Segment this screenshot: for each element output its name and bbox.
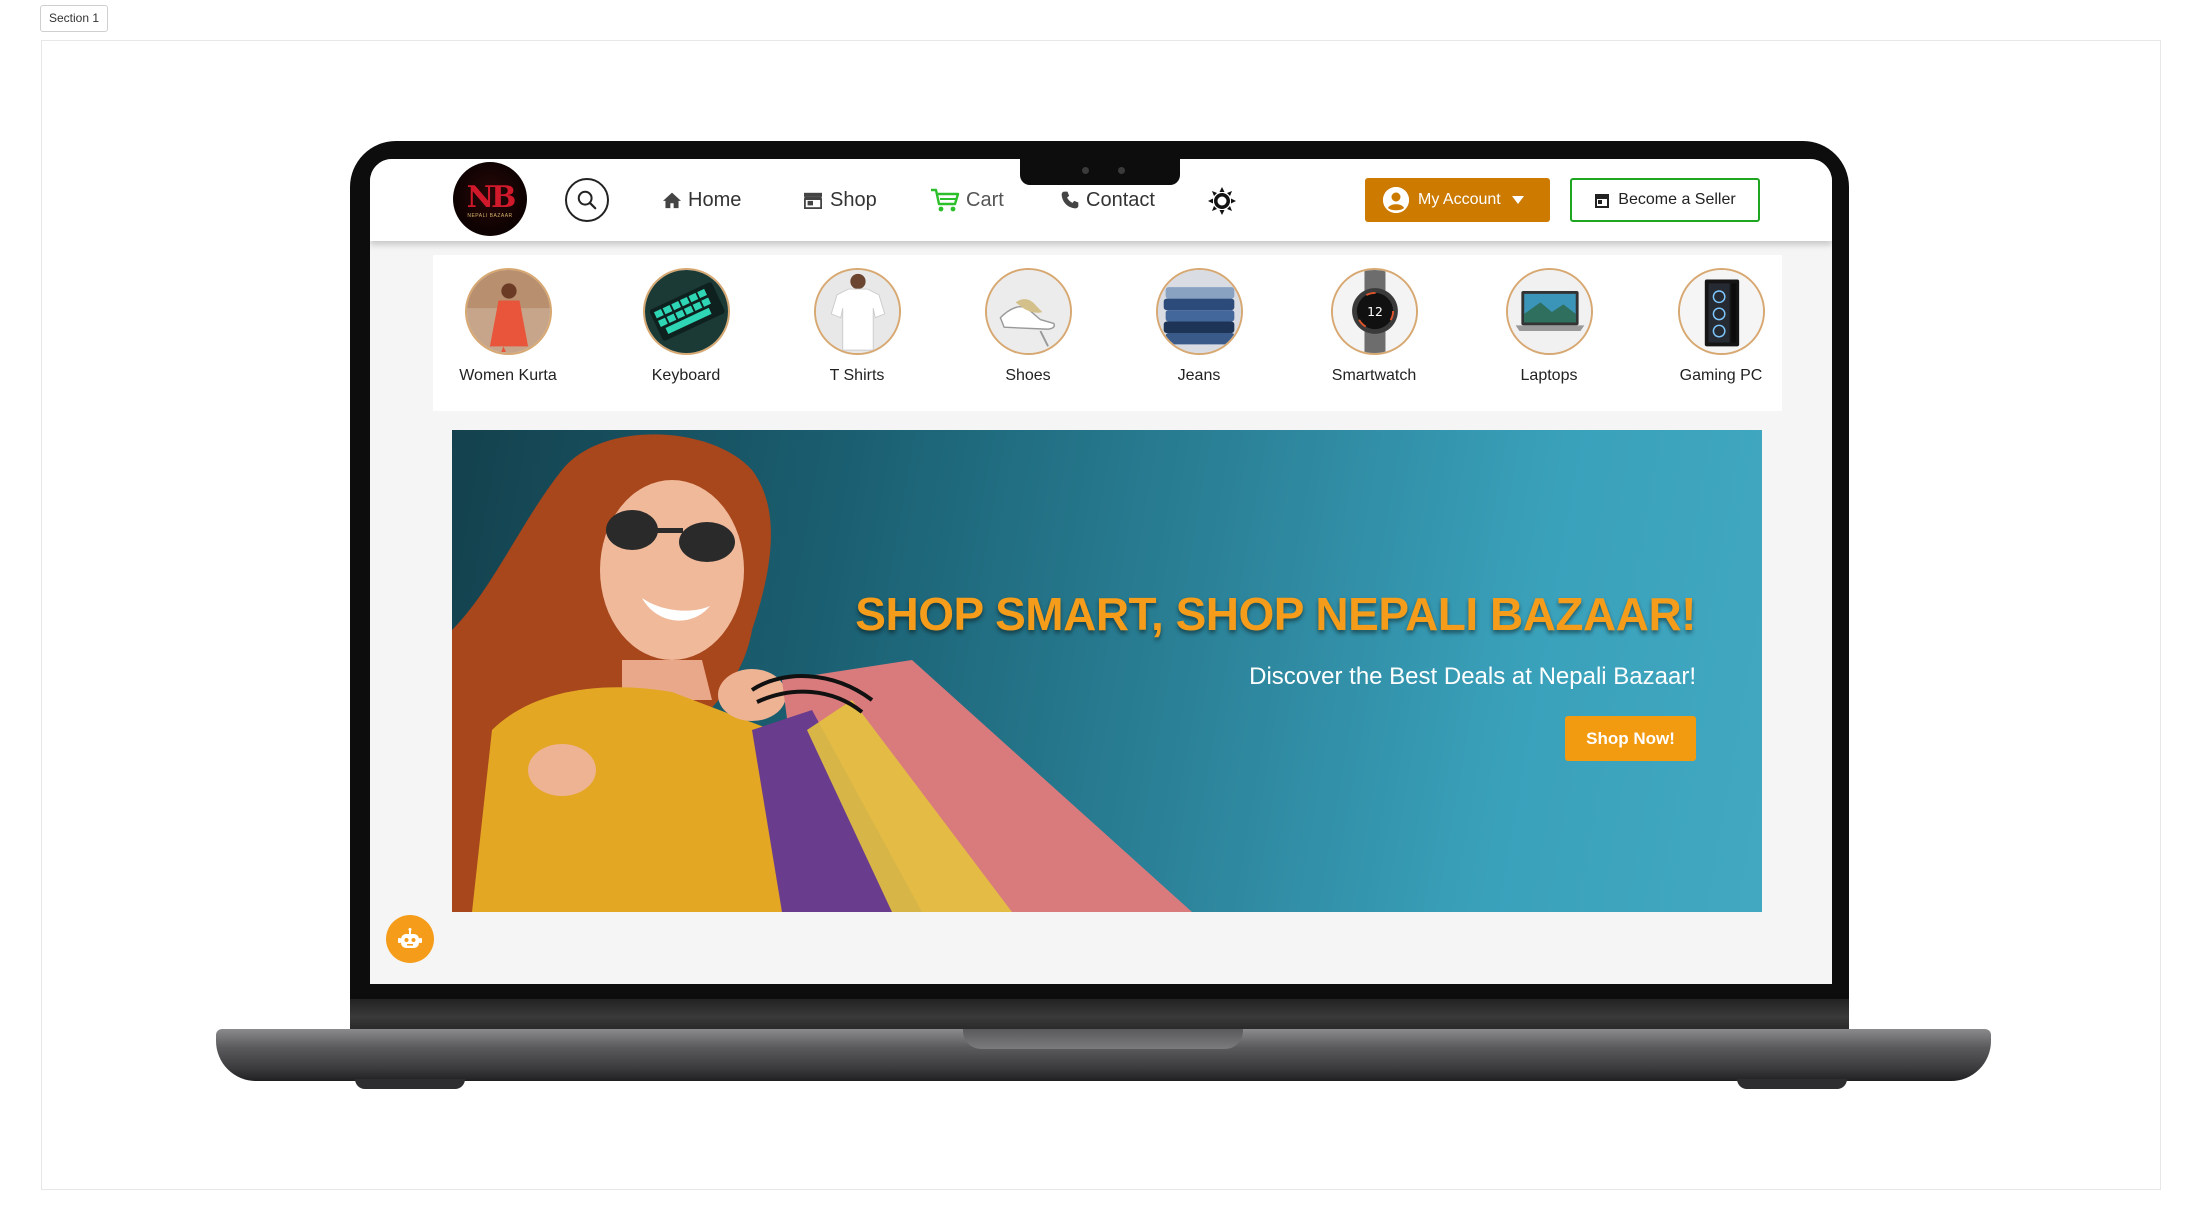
camera-dot [1082,167,1089,174]
laptop-trackpad-notch [963,1029,1243,1049]
shoes-icon [984,268,1072,355]
brand-logo[interactable]: NB NEPALI BAZAAR [453,162,527,236]
keyboard-icon [642,268,730,355]
logo-subtext: NEPALI BAZAAR [467,212,513,219]
become-seller-button[interactable]: Become a Seller [1570,178,1760,222]
nav-cart-label: Cart [966,188,1004,211]
category-gaming-pc[interactable]: Gaming PC [1646,268,1796,385]
category-laptops[interactable]: Laptops [1474,268,1624,385]
category-shoes[interactable]: Shoes [953,268,1103,385]
category-label: Laptops [1520,367,1578,384]
category-label: Women Kurta [459,367,557,384]
nav-cart-link[interactable]: Cart [930,183,1004,217]
shop-now-button[interactable]: Shop Now! [1565,716,1696,761]
section-label: Section 1 [40,5,109,32]
banner-subtitle: Discover the Best Deals at Nepali Bazaar… [1249,663,1696,690]
laptop-foot-left [355,1079,465,1089]
jeans-icon [1155,268,1243,355]
category-jeans[interactable]: Jeans [1124,268,1274,385]
robot-icon [398,928,422,948]
become-seller-label: Become a Seller [1618,191,1736,208]
category-label: Gaming PC [1679,367,1763,384]
laptop-foot-right [1737,1079,1847,1089]
nav-contact-label: Contact [1086,188,1155,211]
store-icon [1595,193,1610,208]
sun-icon [1208,187,1236,215]
nav-home-label: Home [688,188,742,211]
laptop-screen: NB NEPALI BAZAAR Home Shop Cart Contact [370,159,1832,984]
category-label: Jeans [1177,367,1221,384]
category-label: Smartwatch [1331,367,1417,384]
store-icon [804,192,822,209]
search-button[interactable] [565,178,609,222]
women-kurta-icon [464,268,552,355]
chevron-down-icon [1511,196,1524,204]
laptop-icon [1505,268,1593,355]
phone-icon [1061,191,1079,209]
category-label: Keyboard [651,367,721,384]
t-shirt-icon [813,268,901,355]
home-icon [663,192,681,209]
nav-contact-link[interactable]: Contact [1060,183,1155,217]
chatbot-button[interactable] [386,915,434,963]
banner-model-image [452,434,1192,912]
category-t-shirts[interactable]: T Shirts [782,268,932,385]
my-account-button[interactable]: My Account [1365,178,1550,222]
nav-home-link[interactable]: Home [662,183,741,217]
svg-text:12: 12 [1367,304,1383,319]
laptop-hinge [350,999,1849,1029]
my-account-label: My Account [1418,191,1501,208]
category-smartwatch[interactable]: 12 Smartwatch [1299,268,1449,385]
category-keyboard[interactable]: Keyboard [611,268,761,385]
user-avatar-icon [1383,187,1409,213]
cart-icon [931,188,960,212]
theme-toggle[interactable] [1206,185,1238,217]
category-label: T Shirts [829,367,885,384]
banner-headline: SHOP SMART, SHOP NEPALI BAZAAR! [855,588,1696,640]
category-women-kurta[interactable]: Women Kurta [433,268,583,385]
hero-banner: SHOP SMART, SHOP NEPALI BAZAAR! Discover… [452,430,1762,912]
smartwatch-icon: 12 [1330,268,1418,355]
category-label: Shoes [1005,367,1051,384]
search-icon [577,190,597,210]
camera-notch [1020,155,1180,185]
gaming-pc-icon [1677,268,1765,355]
logo-mark: NB [466,179,517,215]
sensor-dot [1118,167,1125,174]
category-strip: Women Kurta Keyboard T Shirts Shoes Jean… [433,255,1782,411]
nav-shop-label: Shop [830,188,877,211]
nav-shop-link[interactable]: Shop [802,183,877,217]
